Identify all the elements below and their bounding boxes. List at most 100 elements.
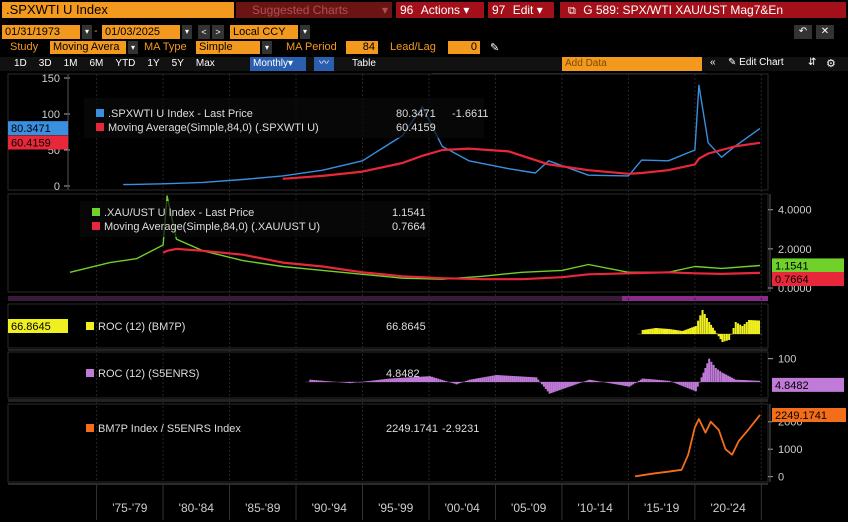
frequency-select[interactable]: Monthly▾ xyxy=(250,57,306,71)
ratio-last-flag: 2249.1741 xyxy=(775,410,827,422)
last-price-flag: 80.3471 xyxy=(11,123,51,135)
edit-chart-button[interactable]: ✎ Edit Chart xyxy=(728,57,784,68)
add-data-input[interactable]: Add Data xyxy=(562,57,702,71)
range-1d[interactable]: 1D xyxy=(8,57,33,71)
roc-s5enrs-bar xyxy=(455,382,458,385)
roc-bm7p-bar xyxy=(756,320,759,334)
chart-area[interactable]: 15010050080.347160.4159.SPXWTI U Index -… xyxy=(0,0,848,522)
leadlag-input[interactable]: 0 xyxy=(448,41,480,54)
roc-s5enrs-bar xyxy=(658,379,661,382)
range-3d[interactable]: 3D xyxy=(33,57,58,71)
roc-s5enrs-bar xyxy=(723,373,726,382)
roc-s5enrs-bar xyxy=(714,368,717,382)
range-ytd[interactable]: YTD xyxy=(109,57,141,71)
range-1m[interactable]: 1M xyxy=(58,57,84,71)
news-button[interactable]: ☰ News xyxy=(572,75,616,89)
external-link-icon[interactable]: ⧉ xyxy=(568,5,576,17)
roc-s5enrs-bar xyxy=(477,378,480,382)
currency-dropdown-icon[interactable]: ▾ xyxy=(300,25,310,39)
roc-s5enrs-bar xyxy=(596,381,599,382)
currency-select[interactable]: Local CCY xyxy=(230,25,298,39)
panel-separator xyxy=(8,296,768,301)
roc-s5enrs-bar xyxy=(614,382,617,385)
collapse-icon[interactable]: « xyxy=(710,57,716,68)
roc-bm7p-bar xyxy=(697,320,700,334)
roc-bm7p-bar xyxy=(758,320,761,334)
roc-s5enrs-bar xyxy=(426,376,429,382)
pencil-icon[interactable]: ✎ xyxy=(490,41,499,54)
suggested-charts-button[interactable]: Suggested Charts ▾ xyxy=(236,2,392,18)
prev-period-button[interactable]: < xyxy=(198,25,210,39)
roc-s5enrs-bar xyxy=(542,382,545,387)
layout-icon[interactable]: ⇵ xyxy=(808,57,816,68)
roc-s5enrs-bar xyxy=(606,382,609,383)
roc-s5enrs-bar xyxy=(676,382,679,385)
roc-s5enrs-bar xyxy=(730,377,733,382)
panel-separator-highlight xyxy=(622,296,768,301)
roc-s5enrs-bar xyxy=(435,378,438,382)
next-period-button[interactable]: > xyxy=(212,25,224,39)
actions-button[interactable]: 96 Actions ▾ xyxy=(396,2,484,18)
ticker-field[interactable]: .SPXWTI U Index xyxy=(2,2,234,18)
panel-frame-0 xyxy=(7,73,769,191)
range-6m[interactable]: 6M xyxy=(84,57,110,71)
settings-gear-icon[interactable]: ⚙ xyxy=(826,57,836,70)
roc-bm7p-bar xyxy=(719,334,722,340)
track-button[interactable]: ✛ Track xyxy=(442,75,485,89)
roc-bm7p-bar xyxy=(723,334,726,342)
roc-s5enrs-bar xyxy=(628,382,631,387)
undo-button[interactable]: ↶ xyxy=(794,25,812,39)
roc-s5enrs-bar xyxy=(586,380,589,382)
roc-s5enrs-bar xyxy=(734,379,737,382)
xau-last-flag: 1.1541 xyxy=(775,260,809,272)
roc-s5enrs-bar xyxy=(696,382,699,387)
panel-frame-3 xyxy=(7,351,769,399)
roc-s5enrs-bar xyxy=(509,375,512,382)
end-date-input[interactable]: 01/03/2025 xyxy=(102,25,180,39)
roc-s5enrs-bar xyxy=(321,380,324,382)
roc-s5enrs-bar xyxy=(535,377,538,382)
roc-s5enrs-bar xyxy=(371,380,374,382)
roc-s5enrs-bar xyxy=(441,379,444,382)
legend-last-value: 60.4159 xyxy=(396,122,436,134)
ma-period-input[interactable]: 84 xyxy=(346,41,378,54)
annotate-button[interactable]: ⟋ Annotate xyxy=(499,75,558,90)
series-line-spxwti-ma xyxy=(282,141,761,180)
legend-series-name: ROC (12) (BM7P) xyxy=(98,321,185,333)
roc-bm7p-bar xyxy=(658,328,661,334)
zoom-button[interactable]: ⌕ Zoom xyxy=(630,75,671,90)
study-dropdown-icon[interactable]: ▾ xyxy=(128,41,138,54)
range-buttons: 1D 3D 1M 6M YTD 1Y 5Y Max xyxy=(8,57,221,71)
roc-s5enrs-bar xyxy=(451,382,454,384)
end-date-dropdown-icon[interactable]: ▾ xyxy=(182,25,192,39)
range-max[interactable]: Max xyxy=(190,57,221,71)
roc-bm7p-bar xyxy=(662,328,665,334)
roc-s5enrs-bar xyxy=(499,375,502,382)
roc-s5enrs-bar xyxy=(495,375,498,382)
start-date-input[interactable]: 01/31/1973 xyxy=(2,25,80,39)
chart-type-icon[interactable]: 〰 xyxy=(314,57,334,71)
roc-s5enrs-bar xyxy=(539,382,542,383)
roc-s5enrs-bar xyxy=(544,382,547,389)
ma-type-dropdown-icon[interactable]: ▾ xyxy=(262,41,272,54)
roc-bm7p-bar xyxy=(672,329,675,334)
roc-s5enrs-bar xyxy=(393,378,396,382)
roc-s5enrs-bar xyxy=(411,377,414,382)
range-5y[interactable]: 5Y xyxy=(166,57,190,71)
y-tick-label: 0 xyxy=(778,472,784,484)
range-1y[interactable]: 1Y xyxy=(141,57,165,71)
roc-bm7p-bar xyxy=(750,320,753,334)
ma-type-select[interactable]: Simple xyxy=(196,41,260,54)
close-panel-button[interactable]: ✕ xyxy=(816,25,834,39)
start-date-dropdown-icon[interactable]: ▾ xyxy=(82,25,92,39)
roc-s5enrs-bar xyxy=(525,376,528,382)
chart-tools-bar: ✛ Track ⟋ Annotate ☰ News ⌕ Zoom xyxy=(432,73,706,91)
y-tick-label: 2.0000 xyxy=(778,244,812,256)
roc-s5enrs-bar xyxy=(437,378,440,382)
study-select[interactable]: Moving Avera xyxy=(50,41,126,54)
edit-button[interactable]: 97 Edit ▾ xyxy=(488,2,554,18)
table-button[interactable]: Table xyxy=(346,57,382,71)
x-tick-label: '00-'04 xyxy=(445,501,481,515)
roc-s5enrs-bar xyxy=(754,380,757,382)
roc-s5enrs-bar xyxy=(717,369,720,382)
